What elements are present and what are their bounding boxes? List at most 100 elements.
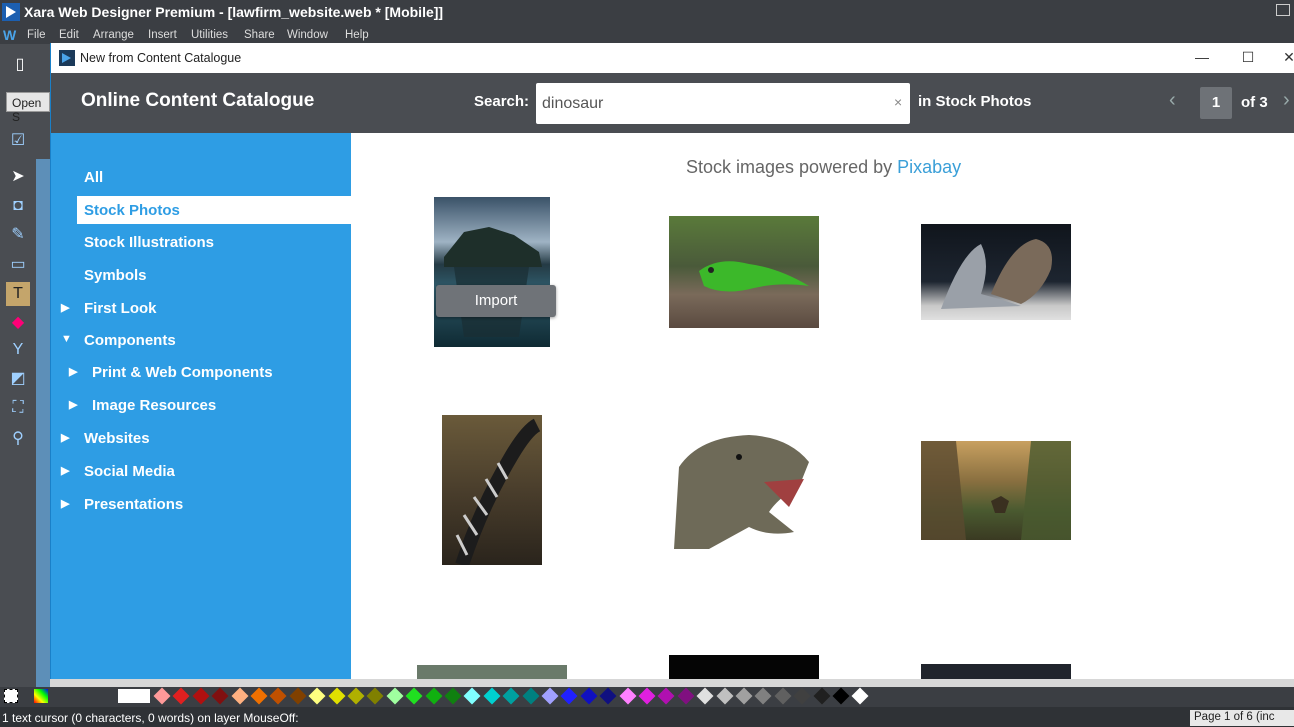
shape-editor-icon[interactable]: ✎ — [6, 222, 30, 246]
color-swatch[interactable] — [444, 687, 462, 705]
sidebar-item-first-look[interactable]: ▶ First Look — [61, 294, 351, 322]
expand-arrow-icon[interactable]: ▶ — [61, 464, 69, 477]
color-swatch[interactable] — [502, 687, 520, 705]
selector-tool-icon[interactable]: ➤ — [6, 164, 30, 188]
thumbnail-dinosaur-skeleton[interactable] — [442, 415, 542, 565]
sidebar-item-print-web-components[interactable]: ▶ Print & Web Components — [69, 358, 351, 386]
color-swatch[interactable] — [153, 687, 171, 705]
color-swatch[interactable] — [735, 687, 753, 705]
color-swatch[interactable] — [463, 687, 481, 705]
thumbnail-row3-3[interactable] — [921, 664, 1071, 679]
color-swatch[interactable] — [541, 687, 559, 705]
sidebar-item-image-resources[interactable]: ▶ Image Resources — [69, 391, 351, 419]
menu-help[interactable]: Help — [345, 29, 369, 41]
expand-arrow-icon[interactable]: ▶ — [69, 365, 77, 378]
page-number-box[interactable]: 1 — [1200, 87, 1232, 119]
horizontal-scrollbar[interactable] — [50, 679, 1294, 687]
menu-window[interactable]: Window — [287, 29, 328, 41]
color-swatch[interactable] — [483, 687, 501, 705]
thumbnail-dinosaur-island[interactable] — [434, 197, 550, 347]
color-swatch[interactable] — [832, 687, 850, 705]
sidebar-item-websites[interactable]: ▶ Websites — [61, 424, 351, 452]
menu-edit[interactable]: Edit — [59, 29, 79, 41]
white-swatch[interactable] — [118, 689, 150, 703]
menu-file[interactable]: File — [27, 29, 46, 41]
color-swatch[interactable] — [813, 687, 831, 705]
color-swatch[interactable] — [657, 687, 675, 705]
color-swatch[interactable] — [696, 687, 714, 705]
color-swatch[interactable] — [793, 687, 811, 705]
window-restore-button[interactable] — [1276, 4, 1290, 16]
menu-insert[interactable]: Insert — [148, 29, 177, 41]
sidebar-item-stock-photos[interactable]: Stock Photos — [77, 196, 351, 224]
expand-arrow-icon[interactable]: ▶ — [61, 431, 69, 444]
app-menu-logo-icon[interactable]: W — [3, 27, 16, 43]
color-swatch[interactable] — [774, 687, 792, 705]
color-swatch[interactable] — [754, 687, 772, 705]
color-swatch[interactable] — [192, 687, 210, 705]
menu-arrange[interactable]: Arrange — [93, 29, 134, 41]
color-swatch[interactable] — [677, 687, 695, 705]
color-swatch[interactable] — [851, 687, 869, 705]
thumbnail-t-rex[interactable] — [669, 427, 819, 549]
thumbnail-prehistoric-valley[interactable] — [921, 441, 1071, 540]
color-swatch[interactable] — [211, 687, 229, 705]
color-swatch[interactable] — [560, 687, 578, 705]
menu-utilities[interactable]: Utilities — [191, 29, 228, 41]
color-swatch[interactable] — [172, 687, 190, 705]
color-swatch[interactable] — [308, 687, 326, 705]
color-swatch[interactable] — [347, 687, 365, 705]
sidebar-item-social-media[interactable]: ▶ Social Media — [61, 457, 351, 485]
next-page-icon[interactable]: › — [1283, 89, 1290, 112]
expand-arrow-icon[interactable]: ▶ — [61, 301, 69, 314]
expand-arrow-icon[interactable]: ▶ — [61, 497, 69, 510]
fill-tool-icon[interactable]: ◆ — [6, 310, 30, 334]
thumbnail-iguanas[interactable] — [921, 224, 1071, 320]
checklist-icon[interactable]: ☑ — [6, 128, 30, 152]
text-tool-icon[interactable]: T — [6, 282, 30, 306]
color-swatch[interactable] — [619, 687, 637, 705]
color-swatch[interactable] — [269, 687, 287, 705]
color-editor-icon[interactable] — [34, 689, 48, 703]
pixabay-link[interactable]: Pixabay — [897, 157, 961, 177]
color-swatch[interactable] — [328, 687, 346, 705]
shadow-tool-icon[interactable]: ◩ — [6, 366, 30, 390]
maximize-button[interactable]: ☐ — [1238, 47, 1258, 67]
color-swatch[interactable] — [638, 687, 656, 705]
no-color-swatch-icon[interactable] — [4, 689, 18, 703]
page-indicator[interactable]: Page 1 of 6 (inc — [1190, 710, 1294, 726]
color-swatch[interactable] — [522, 687, 540, 705]
color-swatch[interactable] — [405, 687, 423, 705]
thumbnail-row3-2[interactable] — [669, 655, 819, 679]
color-swatch[interactable] — [386, 687, 404, 705]
minimize-button[interactable]: — — [1192, 47, 1212, 67]
sidebar-item-presentations[interactable]: ▶ Presentations — [61, 490, 351, 518]
thumbnail-row3-1[interactable] — [417, 665, 567, 679]
search-input[interactable] — [536, 83, 910, 124]
expand-arrow-icon[interactable]: ▶ — [69, 398, 77, 411]
sidebar-item-components[interactable]: ▼ Components — [61, 326, 351, 354]
photo-tool-icon[interactable]: ◘ — [6, 194, 30, 218]
transparency-tool-icon[interactable]: Y — [6, 338, 30, 362]
search-clear-icon[interactable]: × — [894, 94, 902, 110]
new-document-icon[interactable]: ▯ — [8, 52, 32, 76]
color-swatch[interactable] — [231, 687, 249, 705]
sidebar-item-stock-illustrations[interactable]: Stock Illustrations — [77, 228, 351, 256]
zoom-tool-icon[interactable]: ⚲ — [6, 426, 30, 450]
color-swatch[interactable] — [580, 687, 598, 705]
rectangle-tool-icon[interactable]: ▭ — [6, 252, 30, 276]
open-button[interactable]: Open S — [6, 92, 50, 124]
color-swatch[interactable] — [425, 687, 443, 705]
close-button[interactable]: ✕ — [1279, 47, 1294, 67]
color-swatch[interactable] — [716, 687, 734, 705]
menu-share[interactable]: Share — [244, 29, 275, 41]
crop-tool-icon[interactable]: ⛶ — [6, 396, 30, 420]
color-swatch[interactable] — [250, 687, 268, 705]
import-button[interactable]: Import — [436, 285, 556, 317]
previous-page-icon[interactable]: ‹ — [1169, 89, 1176, 112]
color-swatch[interactable] — [599, 687, 617, 705]
thumbnail-green-lizard[interactable] — [669, 216, 819, 328]
sidebar-item-symbols[interactable]: Symbols — [77, 261, 351, 289]
color-swatch[interactable] — [366, 687, 384, 705]
sidebar-item-all[interactable]: All — [77, 163, 351, 191]
